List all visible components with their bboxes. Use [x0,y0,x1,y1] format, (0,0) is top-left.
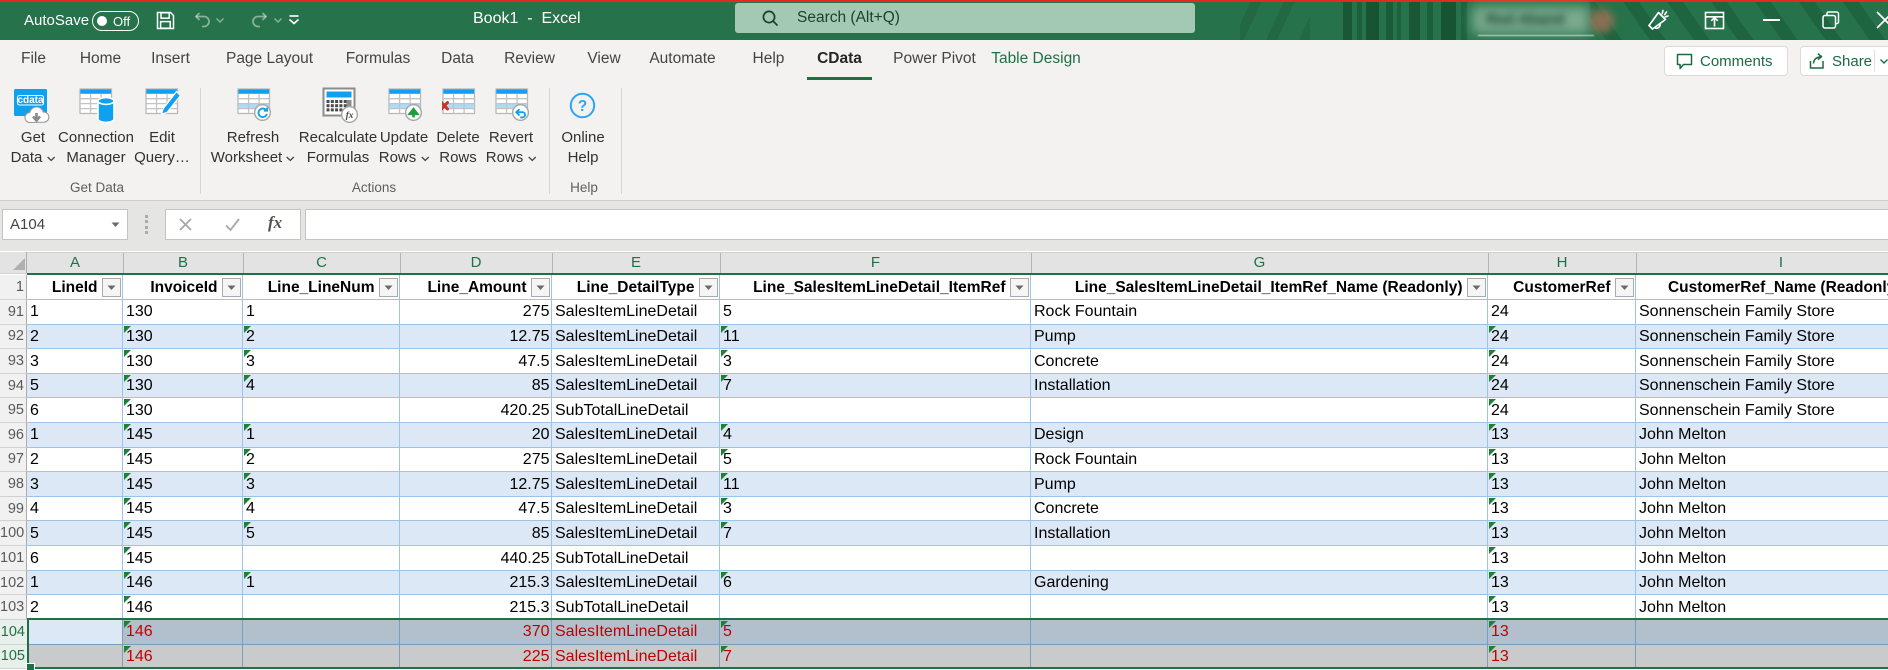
svg-text:cdata: cdata [17,95,44,106]
svg-text:fx: fx [346,110,354,120]
svg-text:?: ? [578,98,587,115]
